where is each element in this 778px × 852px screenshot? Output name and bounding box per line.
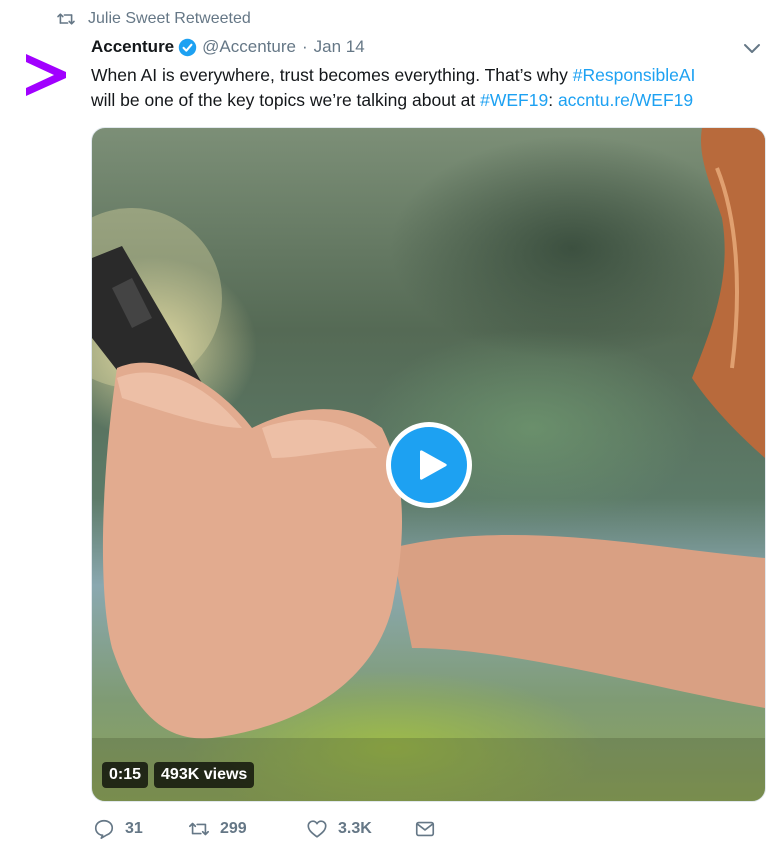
- reply-icon: [94, 819, 114, 839]
- hashtag-responsibleai[interactable]: #ResponsibleAI: [573, 65, 696, 85]
- play-icon: [420, 450, 447, 480]
- envelope-icon: [415, 821, 435, 837]
- retweet-button[interactable]: 299: [188, 818, 306, 840]
- video-player[interactable]: 0:15 493K views: [91, 127, 766, 802]
- tweet-link[interactable]: accntu.re/WEF19: [558, 90, 693, 110]
- video-badges: 0:15 493K views: [102, 762, 255, 788]
- reply-count: 31: [125, 820, 143, 837]
- tweet-header: Accenture @Accenture · Jan 14: [91, 36, 365, 58]
- accenture-logo[interactable]: [24, 52, 68, 96]
- retweet-icon: [189, 822, 209, 836]
- retweet-context[interactable]: Julie Sweet Retweeted: [56, 8, 251, 30]
- tweet-text-line2: will be one of the key topics we’re talk…: [91, 90, 481, 110]
- chevron-down-icon[interactable]: [742, 42, 762, 56]
- tweet-text-line1: When AI is everywhere, trust becomes eve…: [91, 65, 573, 85]
- tweet-date[interactable]: Jan 14: [314, 37, 365, 57]
- author-name[interactable]: Accenture: [91, 37, 174, 57]
- heart-icon: [307, 820, 327, 838]
- video-views-badge: 493K views: [154, 762, 255, 788]
- header-separator: ·: [301, 37, 308, 56]
- like-count: 3.3K: [338, 820, 372, 837]
- verified-badge-icon: [178, 38, 197, 56]
- play-button[interactable]: [386, 422, 472, 508]
- reply-button[interactable]: 31: [93, 818, 188, 840]
- tweet-text-colon: :: [548, 90, 558, 110]
- tweet-text: When AI is everywhere, trust becomes eve…: [91, 63, 761, 113]
- like-button[interactable]: 3.3K: [306, 818, 414, 840]
- tweet-actions: 31 299 3.3K: [93, 816, 436, 842]
- retweet-count: 299: [220, 820, 247, 837]
- retweet-icon: [57, 13, 75, 25]
- play-button-inner[interactable]: [391, 427, 467, 503]
- direct-message-button[interactable]: [414, 818, 436, 840]
- retweeted-by-label[interactable]: Julie Sweet Retweeted: [88, 10, 251, 28]
- hashtag-wef19[interactable]: #WEF19: [480, 90, 548, 110]
- author-handle[interactable]: @Accenture: [202, 37, 296, 57]
- video-duration-badge: 0:15: [102, 762, 149, 788]
